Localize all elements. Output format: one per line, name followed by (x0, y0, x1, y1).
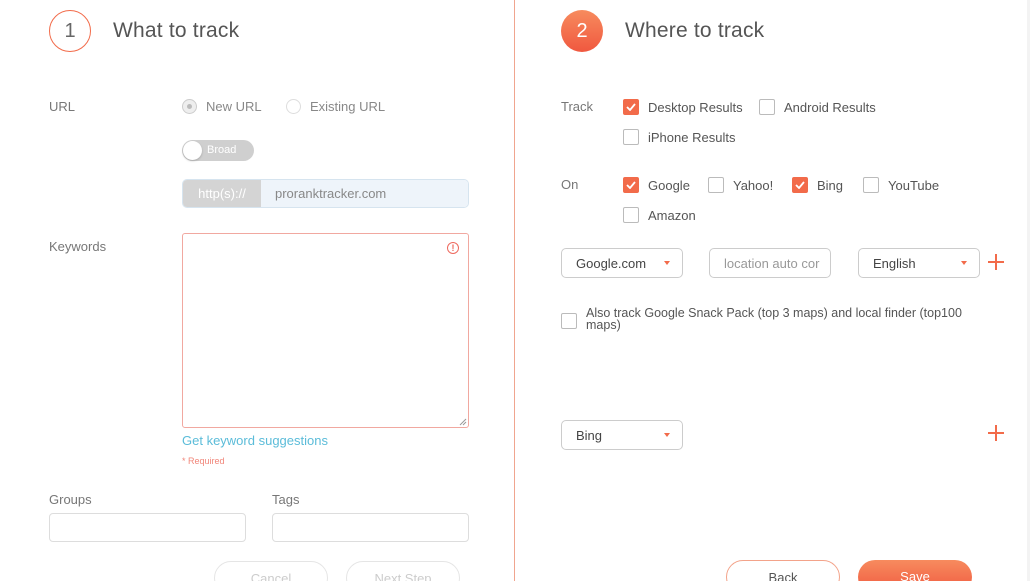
existing-url-radio[interactable]: Existing URL (286, 99, 385, 114)
track-label: Track (561, 99, 594, 114)
amazon-engine-checkbox[interactable]: Amazon (623, 207, 696, 223)
google-domain-value: Google.com (576, 255, 647, 271)
radio-selected-icon (182, 99, 197, 114)
checkbox-empty-icon (708, 177, 724, 193)
snack-pack-option[interactable]: Also track Google Snack Pack (top 3 maps… (561, 307, 976, 331)
url-label: URL (49, 99, 76, 114)
bing-domain-select[interactable]: Bing (561, 420, 683, 450)
bing-engine-checkbox[interactable]: Bing (792, 177, 843, 193)
what-to-track-title: What to track (113, 19, 240, 42)
checkbox-checked-icon (792, 177, 808, 193)
step-1-badge: 1 (49, 10, 91, 52)
url-input[interactable] (261, 180, 468, 207)
keywords-textarea[interactable] (182, 233, 469, 428)
step-2-number: 2 (576, 19, 588, 42)
bing-domain-value: Bing (576, 427, 603, 443)
chevron-down-icon (961, 261, 967, 265)
add-bing-location-icon[interactable] (988, 425, 1004, 441)
where-to-track-title: Where to track (625, 19, 765, 42)
next-step-button[interactable]: Next Step (346, 561, 460, 581)
tags-label: Tags (272, 492, 300, 507)
youtube-engine-checkbox[interactable]: YouTube (863, 177, 939, 193)
cancel-button[interactable]: Cancel (214, 561, 328, 581)
radio-unselected-icon (286, 99, 301, 114)
checkbox-empty-icon (623, 207, 639, 223)
google-engine-label: Google (648, 177, 690, 193)
groups-input[interactable] (49, 513, 246, 542)
youtube-engine-label: YouTube (888, 177, 940, 193)
checkbox-checked-icon (623, 177, 639, 193)
yahoo-engine-label: Yahoo! (733, 177, 774, 193)
checkbox-empty-icon (561, 313, 577, 329)
url-protocol-prefix: http(s):// (183, 180, 261, 207)
location-input[interactable] (709, 248, 831, 278)
back-button[interactable]: Back (726, 560, 840, 581)
google-engine-checkbox[interactable]: Google (623, 177, 690, 193)
required-note: * Required (182, 456, 225, 466)
new-url-radio[interactable]: New URL (182, 99, 262, 114)
add-google-location-icon[interactable] (988, 254, 1004, 270)
existing-url-radio-label: Existing URL (310, 99, 386, 114)
iphone-results-label: iPhone Results (648, 129, 736, 145)
iphone-results-checkbox[interactable]: iPhone Results (623, 129, 735, 145)
snack-pack-label: Also track Google Snack Pack (top 3 maps… (586, 306, 962, 332)
google-domain-select[interactable]: Google.com (561, 248, 683, 278)
toggle-knob (183, 141, 202, 160)
android-results-label: Android Results (784, 99, 876, 115)
keyword-suggestions-link[interactable]: Get keyword suggestions (182, 433, 328, 448)
step-2-badge: 2 (561, 10, 603, 52)
android-results-checkbox[interactable]: Android Results (759, 99, 876, 115)
resize-handle-icon[interactable] (459, 418, 467, 426)
groups-label: Groups (49, 492, 92, 507)
broad-match-toggle[interactable]: Broad (182, 140, 254, 161)
what-to-track-panel: 1 What to track URL New URL Existing URL… (0, 0, 515, 581)
new-url-radio-label: New URL (206, 99, 262, 114)
amazon-engine-label: Amazon (648, 207, 696, 223)
where-to-track-panel (516, 0, 1028, 581)
checkbox-empty-icon (863, 177, 879, 193)
bing-engine-label: Bing (817, 177, 844, 193)
url-field-group: http(s):// (182, 179, 469, 208)
checkbox-empty-icon (623, 129, 639, 145)
checkbox-empty-icon (759, 99, 775, 115)
language-value: English (873, 255, 916, 271)
on-label: On (561, 177, 579, 192)
broad-toggle-label: Broad (207, 144, 237, 156)
language-select[interactable]: English (858, 248, 980, 278)
desktop-results-checkbox[interactable]: Desktop Results (623, 99, 743, 115)
checkbox-checked-icon (623, 99, 639, 115)
chevron-down-icon (664, 433, 670, 437)
chevron-down-icon (664, 261, 670, 265)
keywords-label: Keywords (49, 239, 107, 254)
desktop-results-label: Desktop Results (648, 99, 743, 115)
step-1-number: 1 (64, 19, 76, 42)
warning-icon: ! (447, 242, 459, 254)
yahoo-engine-checkbox[interactable]: Yahoo! (708, 177, 773, 193)
save-button[interactable]: Save (858, 560, 972, 581)
tags-input[interactable] (272, 513, 469, 542)
